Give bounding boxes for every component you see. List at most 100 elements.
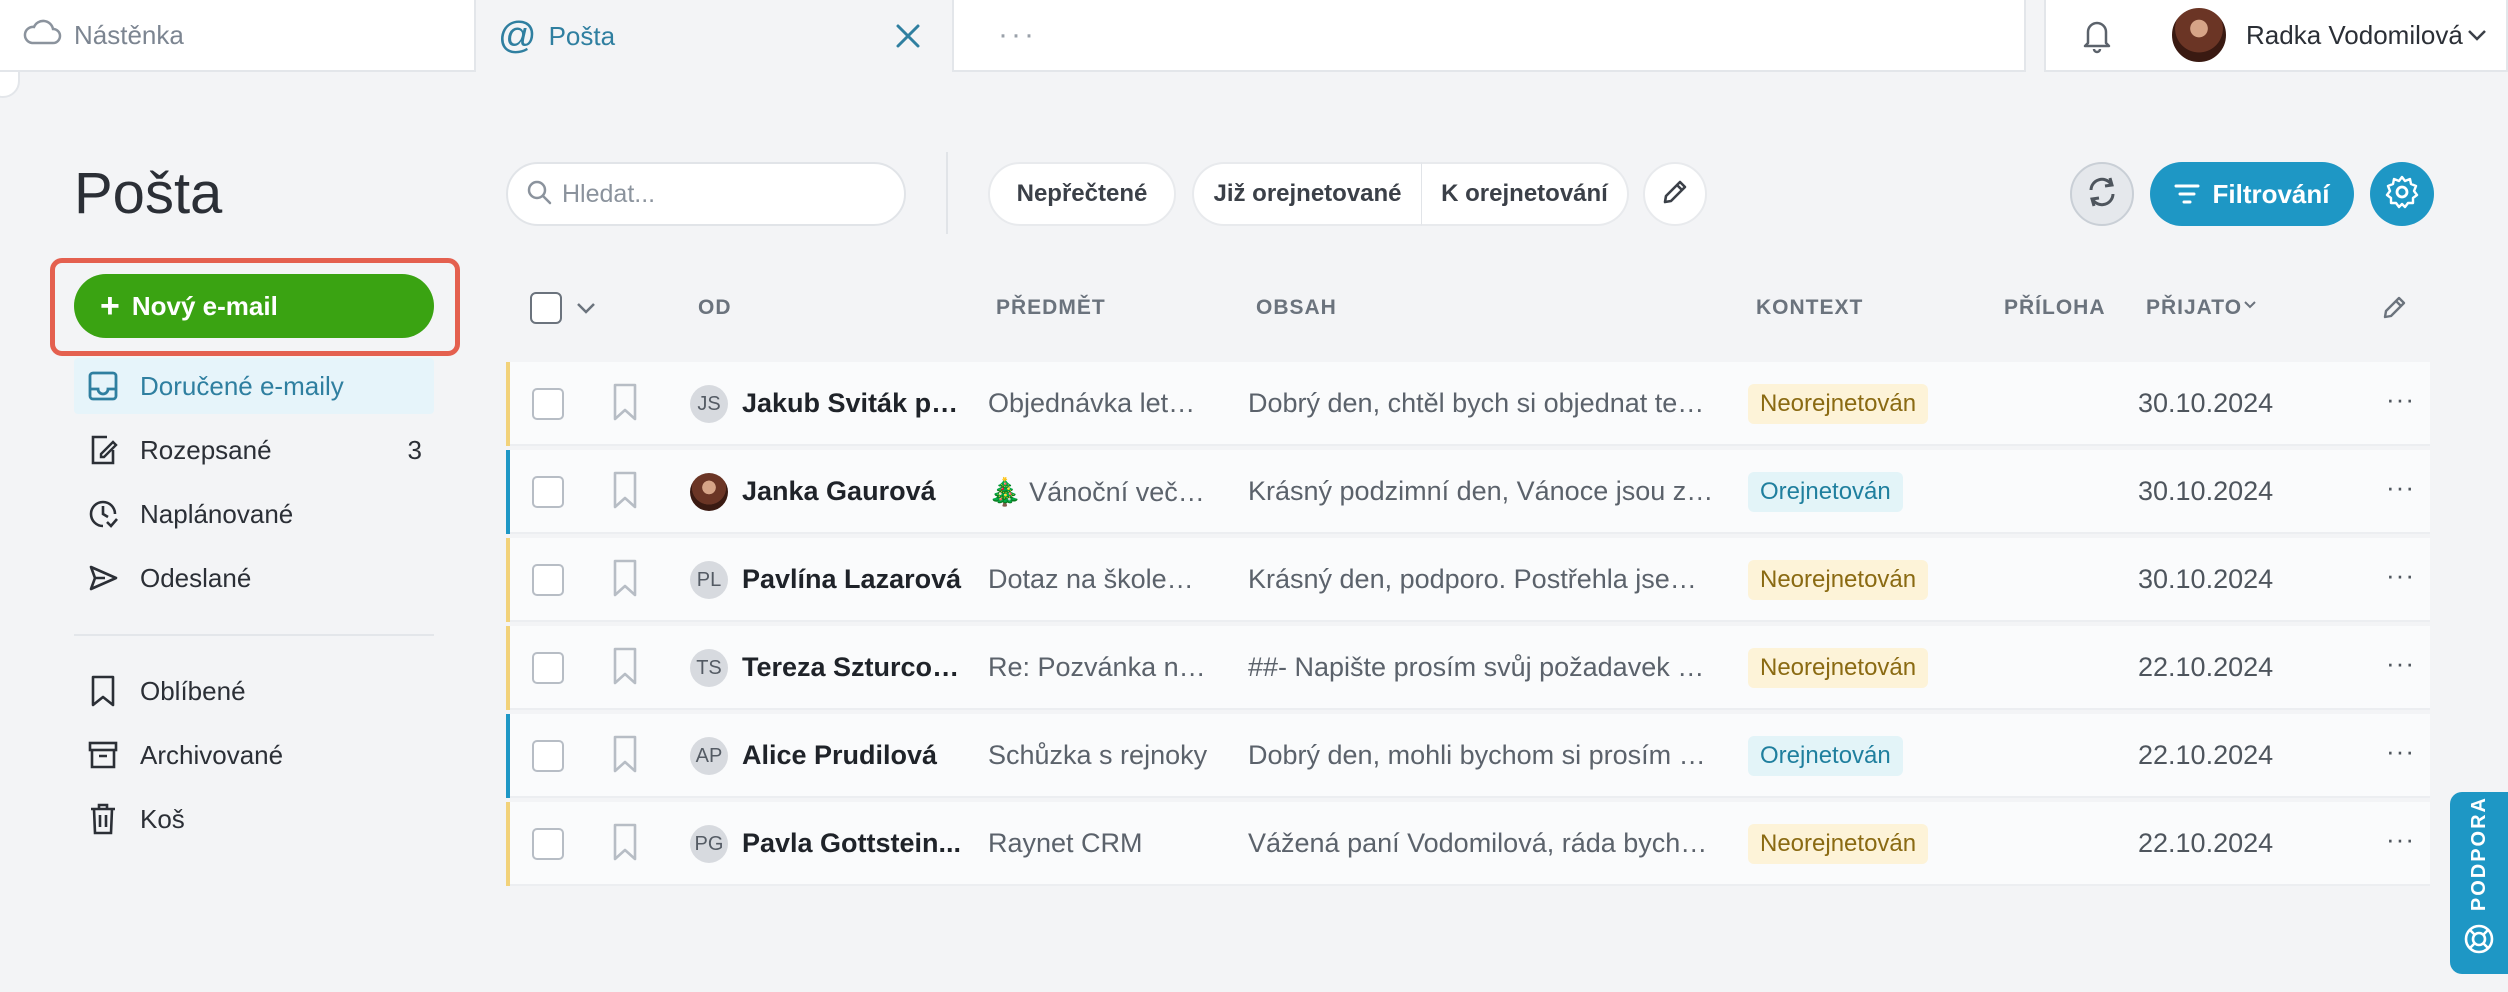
row-more-icon[interactable]: ···: [2386, 472, 2415, 503]
email-preview: Krásný podzimní den, Vánoce jsou za ...: [1248, 476, 1714, 506]
edit-filters-button[interactable]: [1643, 162, 1707, 226]
sender-avatar: TS: [690, 649, 728, 687]
inbox-icon: [84, 367, 122, 405]
column-subject[interactable]: PŘEDMĚT: [996, 296, 1106, 320]
context-status-badge: Neorejnetován: [1748, 648, 1929, 688]
row-more-icon[interactable]: ···: [2386, 824, 2415, 855]
email-subject: Schůzka s rejnoky: [988, 740, 1208, 770]
bell-icon[interactable]: [2080, 16, 2114, 61]
search-input[interactable]: [562, 179, 882, 209]
column-content[interactable]: OBSAH: [1256, 296, 1337, 320]
sender-avatar: PG: [690, 825, 728, 863]
drafts-count-badge: 3: [407, 434, 422, 465]
sidebar-divider: [74, 634, 434, 636]
table-row[interactable]: JS Jakub Sviták po... Objednávka letní... D…: [506, 362, 2430, 446]
received-date: 30.10.2024: [2138, 564, 2274, 594]
filter-button[interactable]: Filtrování: [2150, 162, 2354, 226]
row-checkbox[interactable]: [532, 652, 564, 684]
sort-chevron-icon[interactable]: [2242, 296, 2258, 317]
chevron-down-icon[interactable]: [2466, 22, 2488, 53]
row-more-icon[interactable]: ···: [2386, 560, 2415, 591]
context-status-badge: Orejnetován: [1748, 472, 1903, 512]
settings-button[interactable]: [2370, 162, 2434, 226]
column-received[interactable]: PŘIJATO: [2146, 296, 2242, 320]
send-icon: [84, 559, 122, 597]
refresh-button[interactable]: [2070, 162, 2134, 226]
column-from[interactable]: OD: [698, 296, 732, 320]
tab-mail[interactable]: @ Pošta: [476, 0, 954, 72]
table-row[interactable]: AP Alice Prudilová Schůzka s rejnoky Dobrý …: [506, 714, 2430, 798]
table-row[interactable]: PL Pavlína Lazarová Dotaz na školení ... Kr…: [506, 538, 2430, 622]
email-subject: Dotaz na školení ...: [988, 564, 1208, 594]
row-more-icon[interactable]: ···: [2386, 736, 2415, 767]
filter-unread-button[interactable]: Nepřečtené: [988, 162, 1176, 226]
page-title: Pošta: [74, 161, 223, 226]
sender-avatar: [690, 473, 728, 511]
received-date: 22.10.2024: [2138, 828, 2274, 858]
bookmark-icon[interactable]: [610, 734, 640, 781]
close-tab-icon[interactable]: [886, 14, 930, 58]
status-stripe: [506, 362, 510, 446]
bookmark-icon[interactable]: [610, 558, 640, 605]
edit-columns-icon[interactable]: [2382, 294, 2408, 325]
chevron-down-icon[interactable]: [574, 296, 598, 325]
bookmark-icon[interactable]: [610, 646, 640, 693]
search-box[interactable]: [506, 162, 906, 226]
sidebar-item-label: Doručené e-maily: [140, 370, 344, 401]
sidebar-item-archived[interactable]: Archivované: [74, 727, 434, 783]
email-subject: Raynet CRM: [988, 828, 1143, 858]
sender-avatar: PL: [690, 561, 728, 599]
received-date: 22.10.2024: [2138, 652, 2274, 682]
sender-name: Tereza Szturcová: [742, 652, 962, 682]
sidebar-item-label: Rozepsané: [140, 434, 272, 465]
sidebar-item-trash[interactable]: Koš: [74, 791, 434, 847]
sender-avatar: AP: [690, 737, 728, 775]
more-tabs-icon[interactable]: ···: [998, 20, 1037, 50]
row-checkbox[interactable]: [532, 476, 564, 508]
select-all-checkbox[interactable]: [530, 292, 562, 324]
context-status-badge: Neorejnetován: [1748, 824, 1929, 864]
user-avatar[interactable]: [2170, 6, 2228, 64]
table-row[interactable]: Janka Gaurová 🎄 Vánoční večíre... Krásný p…: [506, 450, 2430, 534]
row-checkbox[interactable]: [532, 740, 564, 772]
status-stripe: [506, 450, 510, 534]
pencil-icon: [1661, 178, 1689, 211]
user-name[interactable]: Radka Vodomilová: [2246, 20, 2463, 51]
status-stripe: [506, 538, 510, 622]
row-more-icon[interactable]: ···: [2386, 384, 2415, 415]
tab-more[interactable]: ···: [954, 0, 2026, 72]
tab-dashboard[interactable]: Nástěnka: [0, 0, 476, 72]
row-checkbox[interactable]: [532, 388, 564, 420]
filter-answered-button[interactable]: Již orejnetované: [1192, 162, 1422, 226]
sidebar-item-scheduled[interactable]: Naplánované: [74, 486, 434, 542]
row-checkbox[interactable]: [532, 828, 564, 860]
bookmark-icon[interactable]: [610, 382, 640, 429]
table-row[interactable]: TS Tereza Szturcová Re: Pozvánka na ... ##-…: [506, 626, 2430, 710]
sidebar-item-sent[interactable]: Odeslané: [74, 550, 434, 606]
bookmark-icon[interactable]: [610, 822, 640, 869]
table-row[interactable]: PG Pavla Gottstein... Raynet CRM Vážená pan…: [506, 802, 2430, 886]
email-preview: Dobrý den, chtěl bych si objednat ten l.…: [1248, 388, 1714, 418]
sidebar-item-inbox[interactable]: Doručené e-maily: [74, 358, 434, 414]
bookmark-icon[interactable]: [610, 470, 640, 517]
sender-name: Jakub Sviták po...: [742, 388, 962, 418]
lifebuoy-icon: [2463, 923, 2495, 960]
row-checkbox[interactable]: [532, 564, 564, 596]
column-attachment[interactable]: PŘÍLOHA: [2004, 296, 2106, 320]
email-preview: ##- Napište prosím svůj požadavek na...: [1248, 652, 1714, 682]
sidebar-item-drafts[interactable]: Rozepsané 3: [74, 422, 434, 478]
sidebar-item-favorites[interactable]: Oblíbené: [74, 663, 434, 719]
top-tab-bar: Nástěnka @ Pošta ··· Radka Vodomilová: [0, 0, 2508, 98]
row-more-icon[interactable]: ···: [2386, 648, 2415, 679]
sidebar-item-label: Naplánované: [140, 498, 294, 529]
sidebar-item-label: Koš: [140, 803, 185, 834]
gear-icon: [2384, 174, 2420, 215]
sidebar-item-label: Archivované: [140, 739, 284, 770]
context-status-badge: Orejnetován: [1748, 736, 1903, 776]
trash-icon: [84, 800, 122, 838]
column-context[interactable]: KONTEXT: [1756, 296, 1863, 320]
support-tab[interactable]: PODPORA: [2450, 792, 2508, 974]
filter-to-answer-button[interactable]: K orejnetování: [1421, 162, 1629, 226]
new-email-button[interactable]: + Nový e-mail: [74, 274, 434, 338]
user-menu[interactable]: Radka Vodomilová: [2044, 0, 2508, 72]
